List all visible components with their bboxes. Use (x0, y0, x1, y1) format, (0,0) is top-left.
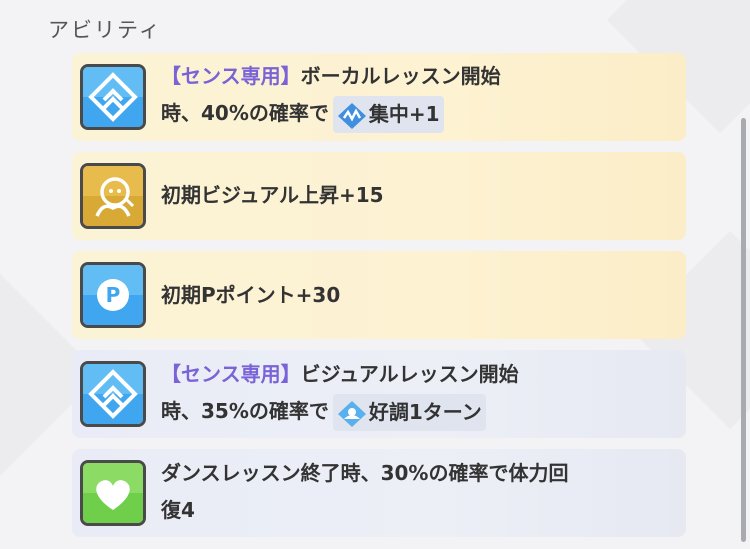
ability-description: 【センス専用】ボーカルレッスン開始 時、40%の確率で 集中+1 (161, 58, 501, 133)
heart-icon (80, 460, 146, 526)
effect-badge-text: 好調1ターン (368, 400, 482, 424)
sense-only-tag: 【センス専用】 (161, 362, 301, 386)
ability-description: 【センス専用】ビジュアルレッスン開始 時、35%の確率で 好調1ターン (161, 356, 519, 431)
ability-description: ダンスレッスン終了時、30%の確率で体力回 復4 (161, 455, 568, 529)
visual-face-icon (80, 163, 146, 229)
effect-badge: 集中+1 (332, 96, 444, 133)
good-condition-icon (337, 400, 366, 427)
double-chevron-diamond-icon (80, 361, 146, 427)
effect-badge: 好調1ターン (332, 394, 486, 431)
ability-card[interactable]: ダンスレッスン終了時、30%の確率で体力回 復4 (72, 449, 686, 537)
ability-line-text: 時、35%の確率で (161, 399, 329, 423)
section-title: アビリティ (48, 18, 162, 42)
concentration-icon (337, 102, 366, 129)
p-point-icon: P (80, 262, 146, 328)
ability-description: 初期Pポイント+30 (161, 283, 341, 307)
ability-card[interactable]: 【センス専用】ボーカルレッスン開始 時、40%の確率で 集中+1 (72, 53, 686, 141)
ability-card[interactable]: 【センス専用】ビジュアルレッスン開始 時、35%の確率で 好調1ターン (72, 350, 686, 438)
ability-line-text: ダンスレッスン終了時、30%の確率で体力回 (161, 461, 569, 485)
sense-only-tag: 【センス専用】 (161, 64, 301, 88)
scrollbar[interactable] (741, 118, 746, 542)
svg-text:P: P (106, 283, 121, 307)
ability-line-text: ビジュアルレッスン開始 (300, 362, 519, 386)
ability-line-text: 時、40%の確率で (161, 101, 329, 125)
effect-badge-text: 集中+1 (368, 102, 440, 126)
double-chevron-diamond-icon (80, 64, 146, 130)
ability-card[interactable]: 初期ビジュアル上昇+15 (72, 152, 686, 240)
ability-line-text: 復4 (161, 498, 195, 522)
ability-line-text: ボーカルレッスン開始 (300, 64, 501, 88)
ability-description: 初期ビジュアル上昇+15 (161, 183, 384, 207)
ability-card[interactable]: P 初期Pポイント+30 (72, 251, 686, 339)
